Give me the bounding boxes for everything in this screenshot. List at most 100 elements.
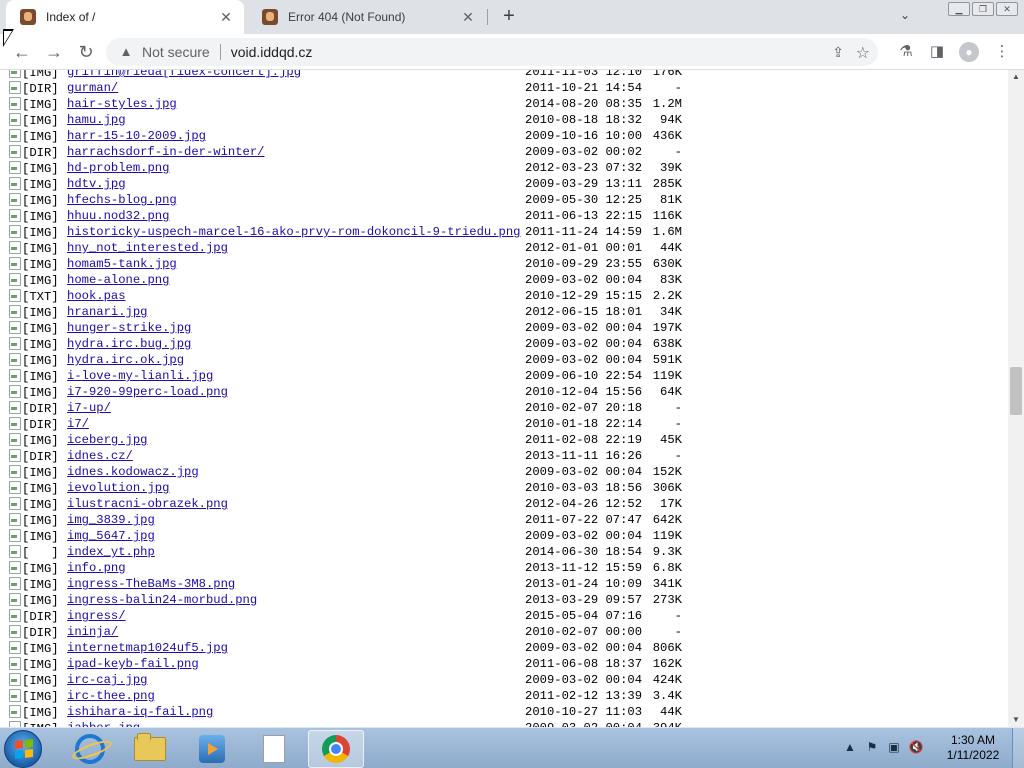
tab-search-icon[interactable]: ⌄ xyxy=(896,8,914,26)
url-text[interactable]: void.iddqd.cz xyxy=(231,44,313,60)
warning-icon[interactable]: ▲ xyxy=(118,44,134,60)
file-link[interactable]: hunger-strike.jpg xyxy=(67,320,191,336)
file-link[interactable]: i7/ xyxy=(67,416,89,432)
vertical-scrollbar[interactable]: ▲ ▼ xyxy=(1008,70,1024,727)
file-link[interactable]: iceberg.jpg xyxy=(67,432,147,448)
file-link[interactable]: i7-up/ xyxy=(67,400,111,416)
file-link[interactable]: hydra.irc.ok.jpg xyxy=(67,352,184,368)
show-desktop-button[interactable] xyxy=(1012,728,1024,768)
file-size: 2.2K xyxy=(652,289,682,303)
file-link[interactable]: ilustracni-obrazek.png xyxy=(67,496,228,512)
file-link[interactable]: hny_not_interested.jpg xyxy=(67,240,228,256)
file-link[interactable]: harr-15-10-2009.jpg xyxy=(67,128,206,144)
network-icon[interactable]: ▣ xyxy=(886,740,902,754)
file-date: 2011-06-08 18:37 xyxy=(525,657,643,671)
file-type-label: [DIR] xyxy=(22,402,59,416)
file-size: 638K xyxy=(652,337,682,351)
security-label[interactable]: Not secure xyxy=(142,44,210,60)
file-type-label: [IMG] xyxy=(22,498,59,512)
close-window-button[interactable]: ✕ xyxy=(996,2,1018,16)
mouse-cursor-icon xyxy=(3,29,14,47)
file-type-label: [IMG] xyxy=(22,242,59,256)
file-link[interactable]: ininja/ xyxy=(67,624,118,640)
file-size: - xyxy=(674,449,682,463)
file-link[interactable]: hamu.jpg xyxy=(67,112,126,128)
file-link[interactable]: ingress-TheBaMs-3M8.png xyxy=(67,576,235,592)
chrome-taskbar-button[interactable] xyxy=(308,730,364,768)
minimize-button[interactable]: ▁ xyxy=(948,2,970,16)
scroll-down-arrow-icon[interactable]: ▼ xyxy=(1008,713,1024,727)
file-type-icon xyxy=(8,160,22,174)
file-link[interactable]: img_5647.jpg xyxy=(67,528,155,544)
tab-index-of[interactable]: Index of / ✕ xyxy=(6,0,244,34)
file-link[interactable]: i-love-my-lianli.jpg xyxy=(67,368,213,384)
file-link[interactable]: home-alone.png xyxy=(67,272,169,288)
show-hidden-icons-icon[interactable]: ▲ xyxy=(842,740,858,754)
file-link[interactable]: irc-caj.jpg xyxy=(67,672,147,688)
chrome-menu-icon[interactable]: ⋮ xyxy=(992,42,1012,62)
omnibox-divider xyxy=(219,44,221,60)
media-player-taskbar-button[interactable] xyxy=(184,730,240,768)
document-taskbar-button[interactable] xyxy=(246,730,302,768)
file-link[interactable]: hfechs-blog.png xyxy=(67,192,177,208)
address-bar[interactable]: ▲ Not secure void.iddqd.cz ⇪ ☆ xyxy=(106,38,878,66)
file-link[interactable]: ingress-balin24-morbud.png xyxy=(67,592,257,608)
directory-listing: [IMG] griffin@rieda[fidex-concert].jpg 201… xyxy=(8,70,682,727)
scroll-thumb[interactable] xyxy=(1010,367,1022,415)
file-link[interactable]: index_yt.php xyxy=(67,544,155,560)
file-link[interactable]: hair-styles.jpg xyxy=(67,96,177,112)
tab-close-icon[interactable]: ✕ xyxy=(460,9,476,25)
file-link[interactable]: hd-problem.png xyxy=(67,160,169,176)
forward-button[interactable]: → xyxy=(42,40,66,64)
tab-close-icon[interactable]: ✕ xyxy=(218,9,234,25)
restore-button[interactable]: ❐ xyxy=(972,2,994,16)
explorer-taskbar-button[interactable] xyxy=(122,730,178,768)
file-link[interactable]: ingress/ xyxy=(67,608,126,624)
file-link[interactable]: historicky-uspech-marcel-16-ako-prvy-rom… xyxy=(67,224,520,240)
file-link[interactable]: hranari.jpg xyxy=(67,304,147,320)
file-date: 2012-06-15 18:01 xyxy=(525,305,643,319)
file-link[interactable]: hydra.irc.bug.jpg xyxy=(67,336,191,352)
file-link[interactable]: ievolution.jpg xyxy=(67,480,169,496)
tab-error-404[interactable]: Error 404 (Not Found) ✕ xyxy=(248,0,486,34)
side-panel-icon[interactable]: ◨ xyxy=(927,42,947,62)
taskbar-clock[interactable]: 1:30 AM 1/11/2022 xyxy=(940,733,1006,763)
file-link[interactable]: hdtv.jpg xyxy=(67,176,126,192)
action-center-flag-icon[interactable]: ⚑ xyxy=(864,740,880,754)
extensions-icon[interactable]: ⚗ xyxy=(896,42,916,62)
file-size: 306K xyxy=(652,481,682,495)
file-link[interactable]: griffin@rieda[fidex-concert].jpg xyxy=(67,70,301,80)
file-link[interactable]: harrachsdorf-in-der-winter/ xyxy=(67,144,264,160)
file-type-icon xyxy=(8,272,22,286)
volume-muted-icon[interactable]: 🔇 xyxy=(908,740,924,754)
scroll-up-arrow-icon[interactable]: ▲ xyxy=(1008,70,1024,84)
internet-explorer-taskbar-button[interactable] xyxy=(62,730,118,768)
file-link[interactable]: gurman/ xyxy=(67,80,118,96)
file-link[interactable]: idnes.cz/ xyxy=(67,448,133,464)
file-link[interactable]: irc-thee.png xyxy=(67,688,155,704)
start-button[interactable] xyxy=(4,730,42,768)
file-size: 44K xyxy=(660,241,682,255)
file-link[interactable]: homam5-tank.jpg xyxy=(67,256,177,272)
listing-row: [IMG] i7-920-99perc-load.png 2010-12-04 15… xyxy=(8,384,682,400)
file-type-label: [IMG] xyxy=(22,98,59,112)
file-link[interactable]: internetmap1024uf5.jpg xyxy=(67,640,228,656)
file-type-icon xyxy=(8,656,22,670)
file-link[interactable]: info.png xyxy=(67,560,126,576)
file-link[interactable]: hhuu.nod32.png xyxy=(67,208,169,224)
file-link[interactable]: hook.pas xyxy=(67,288,126,304)
file-size: 630K xyxy=(652,257,682,271)
file-link[interactable]: i7-920-99perc-load.png xyxy=(67,384,228,400)
listing-row: [IMG] internetmap1024uf5.jpg 2009-03-02 00… xyxy=(8,640,682,656)
new-tab-button[interactable]: + xyxy=(498,6,520,28)
file-type-icon xyxy=(8,608,22,622)
file-link[interactable]: jabber.jpg xyxy=(67,720,140,727)
file-link[interactable]: ipad-keyb-fail.png xyxy=(67,656,199,672)
share-icon[interactable]: ⇪ xyxy=(832,44,844,61)
file-link[interactable]: img_3839.jpg xyxy=(67,512,155,528)
file-link[interactable]: idnes.kodowacz.jpg xyxy=(67,464,199,480)
profile-avatar[interactable]: ● xyxy=(959,42,979,62)
reload-button[interactable]: ↻ xyxy=(74,40,98,64)
file-link[interactable]: ishihara-iq-fail.png xyxy=(67,704,213,720)
bookmark-star-icon[interactable]: ☆ xyxy=(856,43,870,63)
